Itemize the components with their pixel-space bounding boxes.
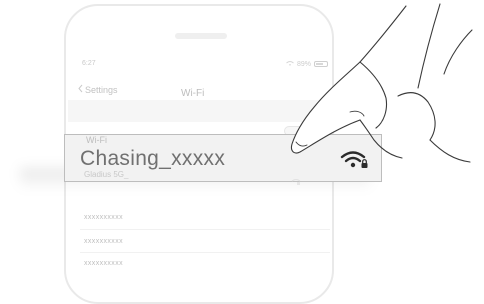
pointing-hand-icon — [290, 3, 473, 163]
